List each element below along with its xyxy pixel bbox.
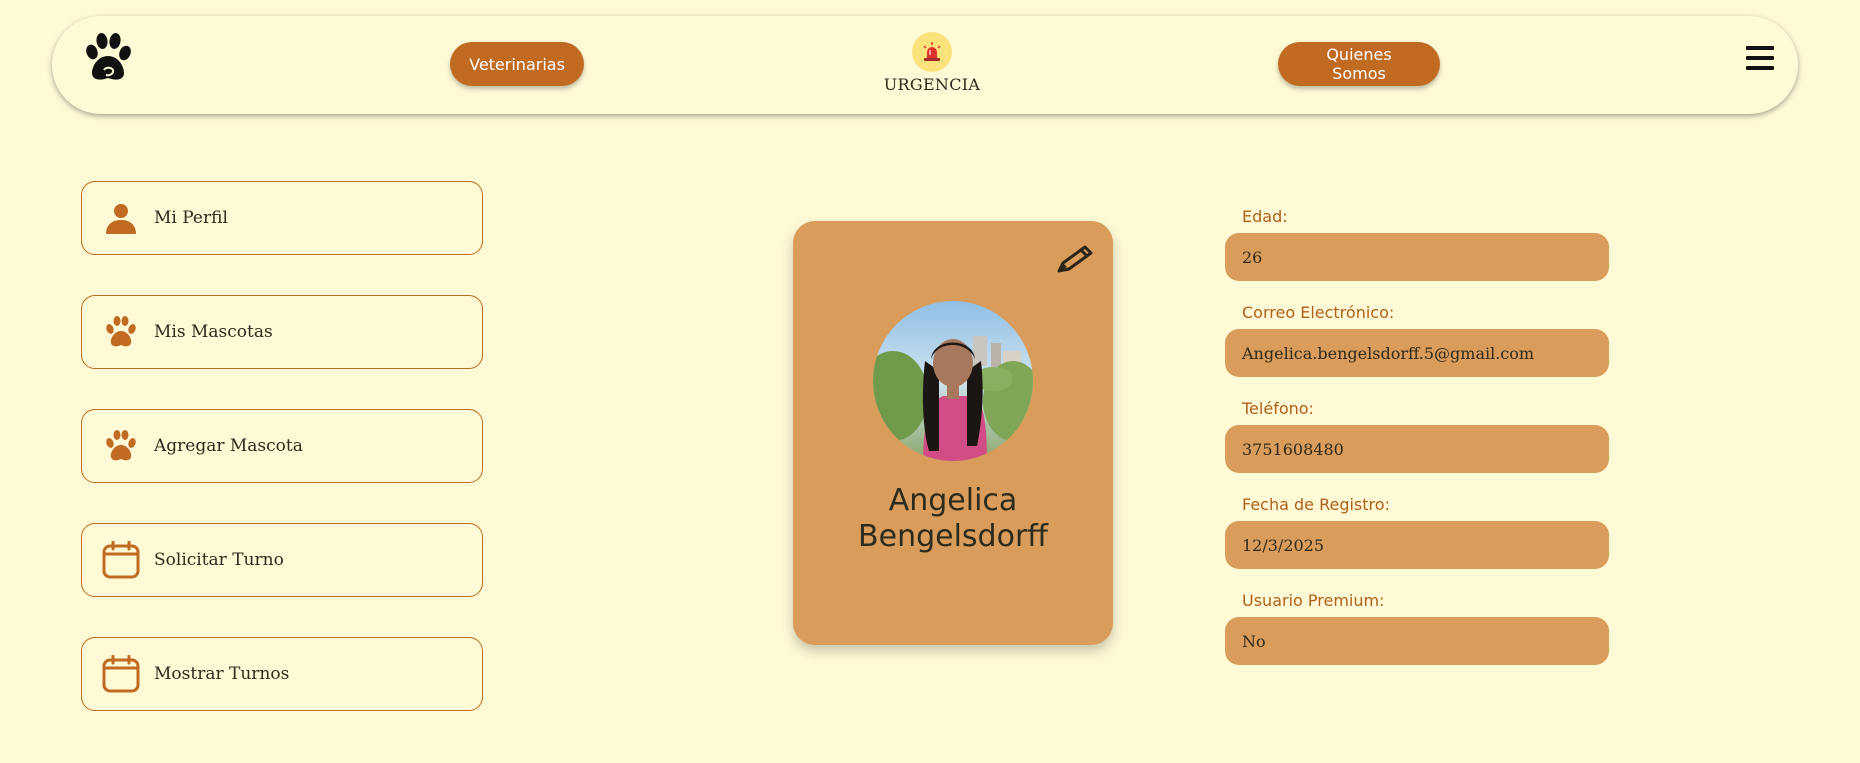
- paw-icon: [102, 427, 140, 465]
- premium-field: No: [1225, 617, 1609, 665]
- sidebar-item-label: Agregar Mascota: [154, 436, 303, 456]
- premium-label: Usuario Premium:: [1242, 591, 1385, 610]
- registration-date-label: Fecha de Registro:: [1242, 495, 1390, 514]
- sidebar-item-label: Mostrar Turnos: [154, 664, 290, 684]
- top-navbar: Veterinarias URGENCIA Quienes Somos: [52, 16, 1798, 114]
- profile-card: Angelica Bengelsdorff: [793, 221, 1113, 645]
- profile-name: Angelica Bengelsdorff: [793, 483, 1113, 555]
- sidebar-item-label: Mi Perfil: [154, 208, 228, 228]
- sidebar-item-label: Mis Mascotas: [154, 322, 273, 342]
- profile-first-name: Angelica: [888, 483, 1018, 518]
- sidebar-item-mostrar-turnos[interactable]: Mostrar Turnos: [81, 637, 483, 711]
- hamburger-menu-icon[interactable]: [1746, 44, 1774, 72]
- phone-field: 3751608480: [1225, 425, 1609, 473]
- urgencia-link[interactable]: URGENCIA: [882, 32, 982, 94]
- sidebar-item-label: Solicitar Turno: [154, 550, 284, 570]
- siren-icon: [912, 32, 952, 72]
- avatar: [873, 301, 1033, 461]
- quienes-somos-button[interactable]: Quienes Somos: [1278, 42, 1440, 86]
- age-label: Edad:: [1242, 207, 1288, 226]
- paw-logo-icon[interactable]: [80, 30, 136, 86]
- phone-label: Teléfono:: [1242, 399, 1314, 418]
- pencil-icon[interactable]: [1055, 243, 1095, 275]
- paw-icon: [102, 313, 140, 351]
- age-field: 26: [1225, 233, 1609, 281]
- veterinarias-button[interactable]: Veterinarias: [450, 42, 584, 86]
- sidebar-item-mis-mascotas[interactable]: Mis Mascotas: [81, 295, 483, 369]
- sidebar-item-solicitar-turno[interactable]: Solicitar Turno: [81, 523, 483, 597]
- calendar-icon: [102, 541, 140, 579]
- urgencia-label: URGENCIA: [883, 75, 981, 94]
- email-label: Correo Electrónico:: [1242, 303, 1395, 322]
- sidebar-item-agregar-mascota[interactable]: Agregar Mascota: [81, 409, 483, 483]
- calendar-icon: [102, 655, 140, 693]
- registration-date-field: 12/3/2025: [1225, 521, 1609, 569]
- profile-last-name: Bengelsdorff: [858, 519, 1048, 554]
- sidebar-item-mi-perfil[interactable]: Mi Perfil: [81, 181, 483, 255]
- email-field: Angelica.bengelsdorff.5@gmail.com: [1225, 329, 1609, 377]
- user-icon: [102, 199, 140, 237]
